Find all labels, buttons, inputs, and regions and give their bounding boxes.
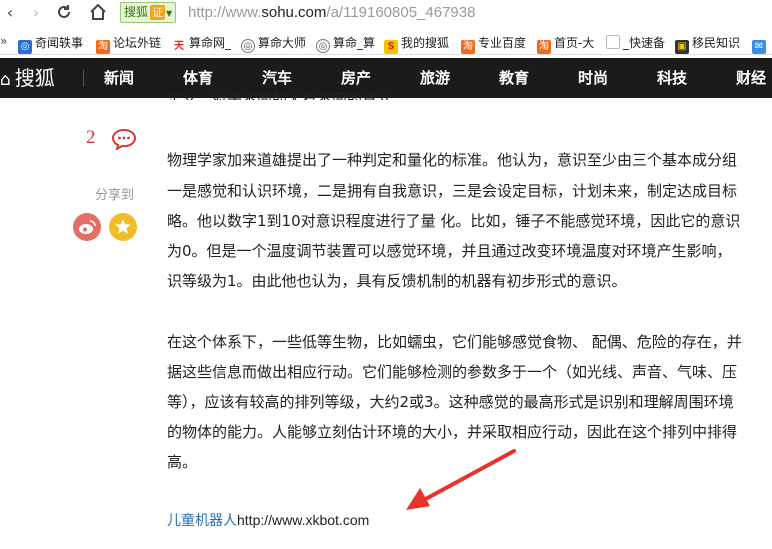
nav-fashion[interactable]: 时尚	[578, 58, 608, 98]
certified-tag: 证	[150, 5, 166, 20]
home-icon[interactable]	[88, 3, 108, 23]
dropdown-caret-icon: ▼	[166, 9, 173, 18]
address-bar: ‹ › 搜狐证 ▼ http://www.sohu.com/a/119160805…	[0, 0, 772, 27]
bookmark-item[interactable]: ◎ 算命大师	[241, 34, 307, 53]
book-icon: ▣	[675, 40, 689, 54]
forward-icon[interactable]: ›	[26, 3, 46, 23]
share-label: 分享到	[95, 188, 135, 203]
nav-travel[interactable]: 旅游	[420, 58, 450, 98]
bookmark-label: 算命网_	[189, 36, 232, 50]
bookmark-label: 我的搜狐	[401, 36, 450, 50]
weibo-share-icon[interactable]	[73, 213, 101, 241]
bookmark-item[interactable]: S 我的搜狐	[384, 34, 450, 54]
site-security-badge[interactable]: 搜狐证 ▼	[120, 2, 177, 23]
paragraph-2-line: 据这些信息而做出相应行动。它们能够检测的参数多于一个（如光线、声音、气味、压	[167, 363, 738, 381]
sohu-logo[interactable]: ⌂ 搜狐	[0, 58, 55, 98]
logo-text: 搜狐	[14, 66, 55, 90]
bookmark-label: 首页-大	[554, 36, 595, 50]
paragraph-1-line: 一是感觉和认识环境，二是拥有自我意识，三是会设定目标，计划未来，制定达成目标	[167, 182, 738, 200]
nav-divider	[83, 70, 84, 87]
promo-link-line: 儿童机器人http://www.xkbot.com	[167, 510, 369, 530]
taobao-icon: 淘	[461, 40, 475, 54]
paragraph-2-line: 的物体的能力。人能够立刻估计环境的大小，并采取相应行动，因此在这个排列中排得	[167, 423, 738, 441]
nav-tech[interactable]: 科技	[657, 58, 687, 98]
url-domain: sohu.com	[261, 4, 327, 21]
sohu-icon: S	[384, 40, 398, 54]
bookmark-item[interactable]: ▣ 移民知识	[675, 34, 741, 54]
bookmark-item[interactable]: 天算命网_	[172, 34, 232, 54]
bookmark-label: 奇闻轶事	[35, 36, 84, 50]
keyword-link[interactable]: 儿童机器人	[167, 513, 237, 529]
comment-icon[interactable]	[111, 128, 137, 154]
bookmark-label: 专业百度	[478, 36, 527, 50]
page-icon	[606, 35, 620, 49]
bookmark-item[interactable]: 淘论坛外链	[96, 34, 162, 54]
security-badge-label: 搜狐	[124, 5, 149, 19]
url-field[interactable]: http://www.sohu.com/a/119160805_467938	[188, 4, 475, 21]
url-path: /a/119160805_467938	[326, 4, 476, 21]
paragraph-1-line: 识等级为1。由此他也认为，具有反馈机制的机器有初步形式的意识。	[167, 272, 627, 290]
article-cut-line: 定义，对于不同的人有不同的意义。	[167, 91, 408, 100]
swirl-icon: ◎	[241, 39, 255, 53]
bookmark-label: 算命_算	[333, 36, 376, 50]
mail-icon: ✉	[752, 40, 766, 54]
bookmark-item[interactable]: ◎ 奇闻轶事	[18, 34, 84, 54]
bookmark-label: 论坛外链	[113, 36, 162, 50]
paragraph-1-line: 略。他以数字1到10对意识程度进行了量 化。比如，锤子不能感觉环境，因此它的意识	[167, 212, 741, 230]
nav-finance[interactable]: 财经	[736, 58, 766, 98]
comment-count[interactable]: 2	[86, 127, 96, 149]
paragraph-2-line: 高。	[167, 453, 198, 471]
red-arrow-annotation	[406, 449, 516, 510]
bookmarks-chevron-icon[interactable]: »	[0, 34, 7, 48]
bookmark-item[interactable]: 淘专业百度	[461, 34, 527, 54]
bookmarks-bar: » ◎ 奇闻轶事 淘论坛外链 天算命网_ ◎ 算命大师 ◎ 算命_算 S 我的搜狐 淘专…	[0, 30, 772, 55]
nav-news[interactable]: 新闻	[104, 58, 134, 98]
paragraph-1-line: 物理学家加来道雄提出了一种判定和量化的标准。他认为，意识至少由三个基本成分组	[167, 151, 738, 169]
favorite-star-icon[interactable]	[109, 213, 137, 241]
paragraph-1-line: 为0。但是一个温度调节装置可以感觉环境，并且通过改变环境温度对环境产生影响，	[167, 242, 732, 260]
swirl-icon: ◎	[18, 40, 32, 54]
swirl-icon: ◎	[316, 39, 330, 53]
url-prefix: http://www.	[188, 4, 262, 21]
promo-url-text: http://www.xkbot.com	[237, 512, 370, 528]
taobao-icon: 淘	[96, 40, 110, 54]
paragraph-2-line: 等），应该有较高的排列等级，大约2或3。这种感觉的最高形式是识别和理解周围环境	[167, 393, 734, 411]
bookmark-label: _快速备	[623, 36, 666, 50]
fortune-icon: 天	[172, 40, 186, 54]
nav-education[interactable]: 教育	[499, 58, 529, 98]
bookmark-item[interactable]: ◎ 算命_算	[316, 34, 376, 53]
bookmark-label: 移民知识	[692, 36, 741, 50]
back-icon[interactable]: ‹	[0, 3, 20, 23]
bookmark-item[interactable]: _快速备	[606, 34, 665, 52]
bookmark-overflow[interactable]: ✉	[752, 34, 769, 54]
home-icon: ⌂	[0, 70, 11, 90]
bookmark-label: 算命大师	[258, 36, 307, 50]
reload-icon[interactable]	[54, 3, 74, 23]
bookmark-item[interactable]: 淘首页-大	[537, 34, 595, 54]
taobao-icon: 淘	[537, 40, 551, 54]
paragraph-2-line: 在这个体系下，一些低等生物，比如蠕虫，它们能够感觉食物、 配偶、危险的存在，并	[167, 333, 742, 351]
